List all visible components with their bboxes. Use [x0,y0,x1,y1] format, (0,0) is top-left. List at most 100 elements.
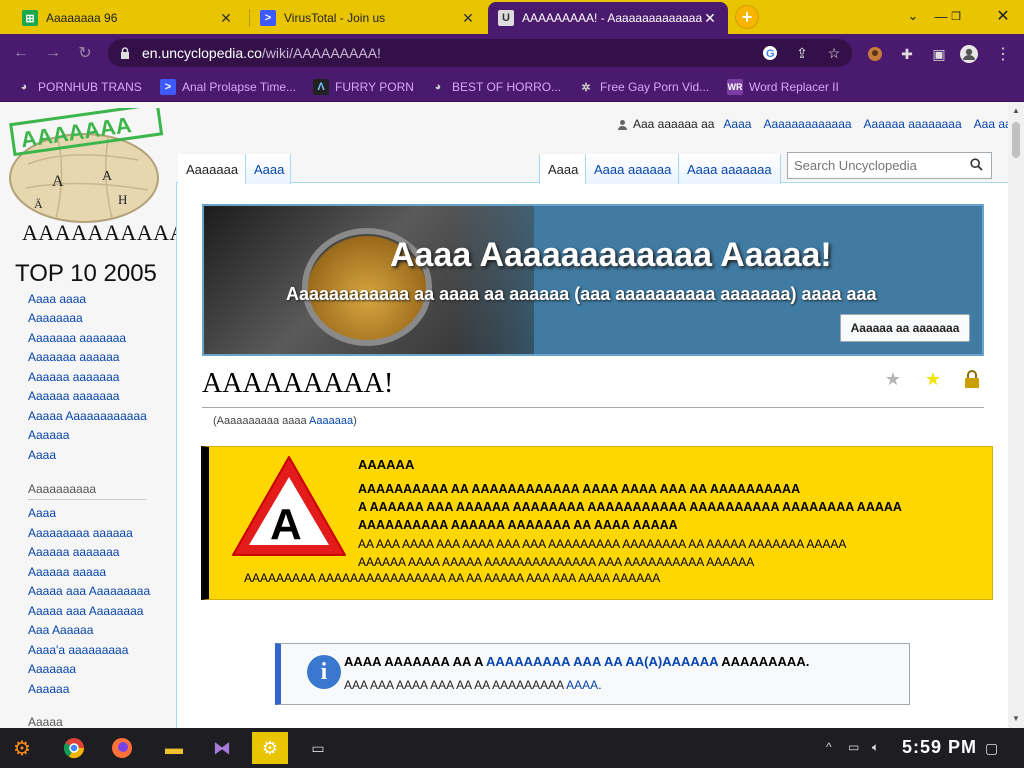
sidebar-link[interactable]: Aaaaaa aaaaa [28,565,106,579]
kebab-menu-icon[interactable]: ⋮ [992,43,1014,65]
bookmark-5[interactable]: ✲ Free Gay Porn Vid... [578,78,709,96]
scrollbar-thumb[interactable] [1012,122,1020,158]
new-tab-button[interactable]: + [735,5,759,29]
taskbar-clock[interactable]: 5:59 PM [902,737,977,758]
gear-favicon-icon: ✲ [581,81,591,94]
virustotal-icon: > [160,79,176,95]
notice-link[interactable]: AAAA [566,678,598,692]
file-explorer-icon[interactable]: ▬ [156,732,192,764]
restore-icon[interactable]: ❐ [941,4,971,28]
browser-toolbar: ← → ↻ en.uncyclopedia.co/wiki/AAAAAAAAA!… [0,34,1024,72]
uncyclopedia-icon: U [498,10,514,26]
personal-link-2[interactable]: Aaaaaaaaaaaaa [763,117,851,131]
sidebar-link[interactable]: Aaaaaaaaa aaaaaa [28,526,133,540]
sidebar-link[interactable]: Aaaaaa [28,428,69,442]
sidebar-link[interactable]: Aaaaa Aaaaaaaaaaaa [28,409,147,423]
sidebar-link[interactable]: Aaaa'a aaaaaaaaa [28,643,128,657]
personal-link-1[interactable]: Aaaa [723,117,751,131]
tab-1[interactable]: ⊞ Aaaaaaaa 96 ✕ [12,2,244,34]
settings-gear-icon[interactable]: ⚙ [252,732,288,764]
page-scrollbar[interactable]: ▲ ▼ [1008,102,1024,728]
share-icon[interactable]: ⇪ [792,43,812,63]
personal-link-4[interactable]: Aaa aa [974,117,1012,131]
sidebar-link[interactable]: Aaaaaa aaaaaaa [28,370,119,384]
back-arrow-icon[interactable]: ← [10,42,32,64]
sidebar-link[interactable]: Aaaaaaa aaaaaaa [28,331,126,345]
banner-button[interactable]: Aaaaaa aa aaaaaaa [840,314,970,342]
personal-tools: Aaa aaaaaa aa Aaaa Aaaaaaaaaaaaa Aaaaaa … [617,116,1024,132]
star-outline-icon[interactable]: ★ [882,368,904,390]
warning-title: AAAAAA [358,457,415,472]
notice-link[interactable]: AAAAAAAAA AAA AA AA(A)AAAAAA [486,654,718,669]
tab-view-history[interactable]: Aaaa aaaaaaa [678,154,781,184]
sidebar-link[interactable]: Aaaaa aaa Aaaaaaaaa [28,584,150,598]
username-label: Aaa aaaaaa aa [633,117,715,131]
tab-edit-source[interactable]: Aaaa aaaaaa [585,154,680,184]
address-bar[interactable]: en.uncyclopedia.co/wiki/AAAAAAAAA! [108,39,852,67]
start-menu-icon[interactable]: ⚙ [4,732,40,764]
subtitle-text: (Aaaaaaaaaa aaaa [213,415,310,427]
tray-chevron-icon[interactable]: ^ [826,740,832,754]
sidebar-link[interactable]: Aaaa [28,448,56,462]
subtitle-text: ) [353,415,357,427]
info-icon: i [307,655,341,689]
scroll-down-arrow-icon[interactable]: ▼ [1011,714,1021,724]
app-window-icon[interactable]: ▭ [300,732,336,764]
reload-icon[interactable]: ↻ [74,42,96,64]
bookmark-2[interactable]: > Anal Prolapse Time... [160,78,296,96]
bookmark-3[interactable]: Λ FURRY PORN [313,78,414,96]
tab-talk[interactable]: Aaaa [245,154,291,184]
svg-text:G: G [766,48,775,60]
sidebar-link[interactable]: Aaaaaaaa [28,311,83,325]
tab-2[interactable]: > VirusTotal - Join us ✕ [250,2,486,34]
search-input[interactable] [787,152,992,179]
globe-icon: ◕ [20,81,28,93]
sidebar-link[interactable]: Aaaa [28,506,56,520]
sidebar-link[interactable]: Aaaaaa aaaaaaa [28,545,119,559]
firefox-icon[interactable] [104,732,140,764]
sidebar-link[interactable]: Aaaaaaa [28,662,76,676]
personal-link-3[interactable]: Aaaaaa aaaaaaaa [864,117,962,131]
forward-arrow-icon[interactable]: → [42,42,64,64]
search-icon[interactable] [970,158,984,172]
profile-icon[interactable] [958,43,980,65]
bookmark-star-icon[interactable]: ☆ [824,43,844,63]
site-logo[interactable]: A A H Ä AAAAAAA [8,102,164,224]
chrome-icon[interactable] [56,732,92,764]
sidebar-link[interactable]: Aaaaaaa aaaaaa [28,350,119,364]
scroll-up-arrow-icon[interactable]: ▲ [1011,106,1021,116]
extension-avatar-icon[interactable] [864,43,886,65]
side-panel-icon[interactable]: ▣ [928,43,950,65]
padlock-icon[interactable] [961,368,983,390]
puzzle-extensions-icon[interactable]: ✚ [896,43,918,65]
close-icon[interactable]: ✕ [702,10,718,27]
warning-line: AAAAAA AAAA AAAAA AAAAAAAAAAAAAA AAA AAA… [358,555,755,569]
chevron-down-icon[interactable]: ⌄ [898,4,928,28]
sidebar-link[interactable]: Aaaaa aaa Aaaaaaaa [28,604,143,618]
bookmark-4[interactable]: ◕ BEST OF HORRO... [430,78,561,96]
sidebar-link[interactable]: Aaaa aaaa [28,292,86,306]
bookmark-1[interactable]: ◕ PORNHUB TRANS [16,78,142,96]
title-divider [202,407,984,408]
volume-icon[interactable]: 🔈︎ [872,740,879,755]
notification-icon[interactable]: ▢ [985,740,998,757]
bookmark-6[interactable]: WR Word Replacer II [727,78,839,96]
window-close-icon[interactable]: ✕ [988,4,1018,28]
sidebar-heading: Aaaaaaaaaa [28,482,146,500]
page-title: AAAAAAAAA! [202,368,394,399]
tab-3-active[interactable]: U AAAAAAAAA! - Aaaaaaaaaaaaaaa ✕ [488,2,728,34]
visual-studio-icon[interactable]: ⧓ [204,732,240,764]
close-icon[interactable]: ✕ [218,10,234,27]
tab-article[interactable]: Aaaaaaa [178,154,247,184]
sidebar-link[interactable]: Aaaaaa aaaaaaa [28,389,119,403]
subtitle-link[interactable]: Aaaaaaa [309,415,353,427]
network-icon[interactable]: ▭ [848,740,859,754]
featured-star-icon[interactable]: ★ [922,368,944,390]
close-icon[interactable]: ✕ [460,10,476,27]
sidebar-link[interactable]: Aaa Aaaaaa [28,623,93,637]
sidebar-link[interactable]: Aaaaaa [28,682,69,696]
notice-text: AAAAAAAAA. [718,654,810,669]
svg-text:Ä: Ä [34,197,43,211]
tab-read[interactable]: Aaaa [539,154,587,184]
google-icon[interactable]: G [760,43,780,63]
